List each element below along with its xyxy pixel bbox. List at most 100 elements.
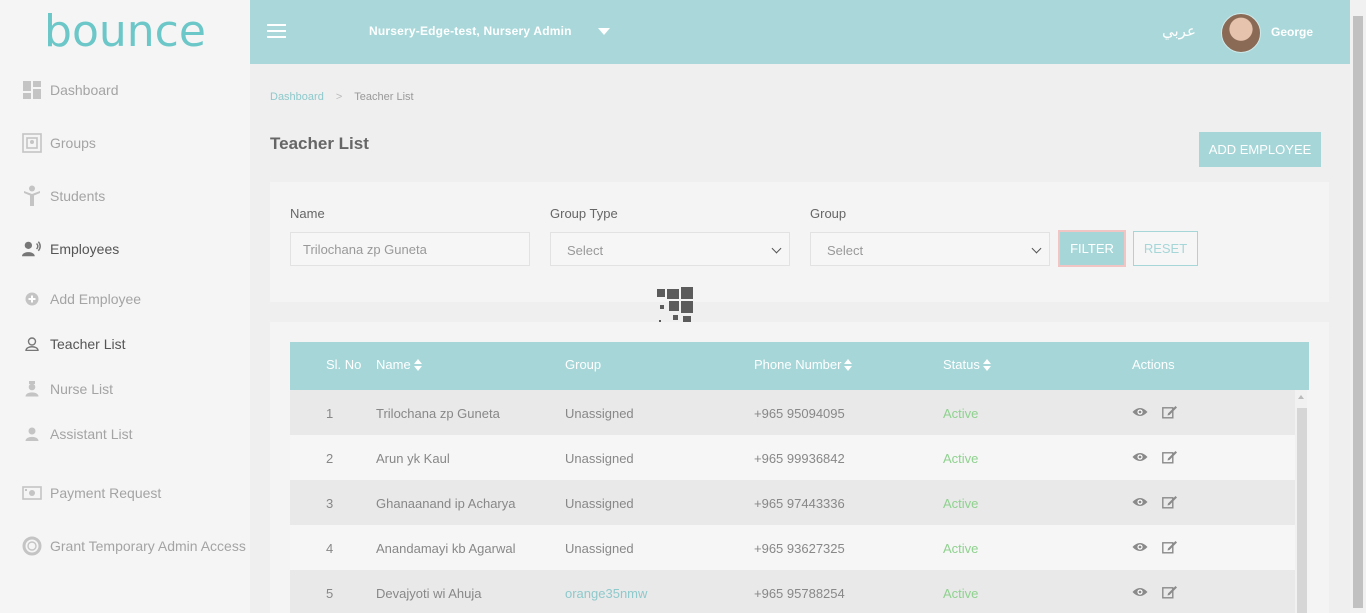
view-eye-icon[interactable] — [1132, 585, 1148, 599]
sidebar-item-label: Groups — [50, 135, 96, 151]
sidebar-item-label: Assistant List — [50, 426, 133, 442]
sidebar-item-students[interactable]: Students — [0, 178, 250, 214]
column-header-actions: Actions — [1132, 357, 1175, 372]
name-input[interactable]: Trilochana zp Guneta — [290, 232, 530, 266]
table-row: 5 Devajyoti wi Ahuja orange35nmw +965 95… — [290, 570, 1295, 613]
cell-name: Arun yk Kaul — [376, 451, 450, 466]
column-header-phone-number[interactable]: Phone Number — [754, 357, 853, 372]
sidebar-item-groups[interactable]: Groups — [0, 125, 250, 161]
cell-phone: +965 95094095 — [754, 406, 845, 421]
group-label: Group — [810, 206, 847, 221]
sidebar-item-payment-request[interactable]: Payment Request — [0, 475, 250, 511]
cell-group: Unassigned — [565, 541, 634, 556]
cell-sl-no: 1 — [326, 406, 334, 421]
user-name[interactable]: George — [1271, 25, 1313, 39]
sidebar-item-teacher-list[interactable]: Teacher List — [0, 326, 250, 362]
chevron-down-icon — [1031, 243, 1042, 254]
sort-icon[interactable] — [844, 358, 853, 371]
sidebar-item-dashboard[interactable]: Dashboard — [0, 72, 250, 108]
chevron-down-icon — [771, 243, 782, 254]
table-row: 2 Arun yk Kaul Unassigned +965 99936842 … — [290, 435, 1295, 480]
group-type-select-value: Select — [567, 243, 604, 258]
name-label: Name — [290, 206, 325, 221]
edit-icon[interactable] — [1162, 585, 1178, 599]
top-bar: Nursery-Edge-test, Nursery Admin عربي Ge… — [250, 0, 1350, 64]
cell-sl-no: 5 — [326, 586, 334, 601]
view-eye-icon[interactable] — [1132, 405, 1148, 419]
cell-phone: +965 97443336 — [754, 496, 845, 511]
sidebar-item-label: Students — [50, 188, 106, 204]
sort-icon[interactable] — [413, 358, 422, 371]
lifebuoy-icon — [22, 536, 42, 556]
reset-button[interactable]: RESET — [1133, 231, 1198, 266]
group-type-label: Group Type — [550, 206, 618, 221]
cell-group: Unassigned — [565, 406, 634, 421]
sidebar-item-employees[interactable]: Employees — [0, 231, 250, 267]
group-select-value: Select — [827, 243, 864, 258]
edit-icon[interactable] — [1162, 540, 1178, 554]
groups-icon — [22, 133, 42, 153]
language-toggle[interactable]: عربي — [1162, 22, 1196, 40]
cell-sl-no: 3 — [326, 496, 334, 511]
teacher-table-card: Sl. No Name Group Phone Number Status Ac… — [270, 322, 1329, 613]
breadcrumb: Dashboard > Teacher List — [270, 91, 414, 103]
sidebar-item-label: Nurse List — [50, 381, 114, 397]
cell-name: Anandamayi kb Agarwal — [376, 541, 516, 556]
status-badge: Active — [943, 451, 979, 466]
nursery-selector[interactable]: Nursery-Edge-test, Nursery Admin — [369, 24, 572, 38]
cell-sl-no: 4 — [326, 541, 334, 556]
column-header-sl-no: Sl. No — [326, 357, 362, 372]
cell-group-link[interactable]: orange35nmw — [565, 586, 647, 601]
view-eye-icon[interactable] — [1132, 495, 1148, 509]
loading-spinner-icon — [655, 287, 695, 325]
group-select[interactable]: Select — [810, 232, 1050, 266]
table-row: 3 Ghanaanand ip Acharya Unassigned +965 … — [290, 480, 1295, 525]
breadcrumb-home-link[interactable]: Dashboard — [270, 91, 324, 103]
cell-name: Ghanaanand ip Acharya — [376, 496, 516, 511]
user-icon — [24, 426, 40, 442]
sort-icon[interactable] — [982, 358, 991, 371]
nurse-icon — [24, 381, 40, 397]
table-body: 1 Trilochana zp Guneta Unassigned +965 9… — [290, 390, 1295, 613]
sidebar-item-nurse-list[interactable]: Nurse List — [0, 371, 250, 407]
status-badge: Active — [943, 496, 979, 511]
edit-icon[interactable] — [1162, 450, 1178, 464]
filter-button[interactable]: FILTER — [1058, 230, 1126, 267]
edit-icon[interactable] — [1162, 495, 1178, 509]
view-eye-icon[interactable] — [1132, 540, 1148, 554]
column-header-status[interactable]: Status — [943, 357, 991, 372]
scroll-up-icon[interactable] — [1298, 395, 1304, 399]
group-type-select[interactable]: Select — [550, 232, 790, 266]
chevron-down-icon[interactable] — [598, 28, 610, 35]
student-icon — [22, 185, 42, 206]
scrollbar-thumb[interactable] — [1297, 408, 1307, 613]
sidebar-item-assistant-list[interactable]: Assistant List — [0, 416, 250, 452]
hamburger-menu-icon[interactable] — [267, 24, 286, 38]
dashboard-icon — [22, 80, 42, 100]
sidebar-item-label: Employees — [50, 241, 120, 257]
employees-icon — [22, 239, 42, 259]
page-scrollbar-thumb[interactable] — [1353, 16, 1363, 608]
status-badge: Active — [943, 586, 979, 601]
view-eye-icon[interactable] — [1132, 450, 1148, 464]
status-badge: Active — [943, 406, 979, 421]
cell-group: Unassigned — [565, 451, 634, 466]
page-scrollbar[interactable] — [1350, 0, 1366, 613]
sidebar-item-grant-temporary-admin-access[interactable]: Grant Temporary Admin Access — [0, 528, 250, 564]
table-scrollbar[interactable] — [1295, 390, 1307, 613]
table-header: Sl. No Name Group Phone Number Status Ac… — [290, 342, 1309, 390]
add-employee-button[interactable]: ADD EMPLOYEE — [1199, 132, 1321, 167]
avatar[interactable] — [1221, 13, 1261, 53]
logo[interactable]: bounce — [0, 0, 250, 64]
user-outline-icon — [24, 336, 40, 352]
sidebar-item-label: Grant Temporary Admin Access — [50, 538, 246, 554]
filter-panel: Name Trilochana zp Guneta Group Type Sel… — [270, 182, 1329, 302]
edit-icon[interactable] — [1162, 405, 1178, 419]
cell-phone: +965 95788254 — [754, 586, 845, 601]
sidebar-item-label: Payment Request — [50, 485, 162, 501]
cell-phone: +965 99936842 — [754, 451, 845, 466]
sidebar-item-label: Teacher List — [50, 336, 126, 352]
column-header-name[interactable]: Name — [376, 357, 422, 372]
table-row: 4 Anandamayi kb Agarwal Unassigned +965 … — [290, 525, 1295, 570]
sidebar-item-add-employee[interactable]: Add Employee — [0, 281, 250, 317]
